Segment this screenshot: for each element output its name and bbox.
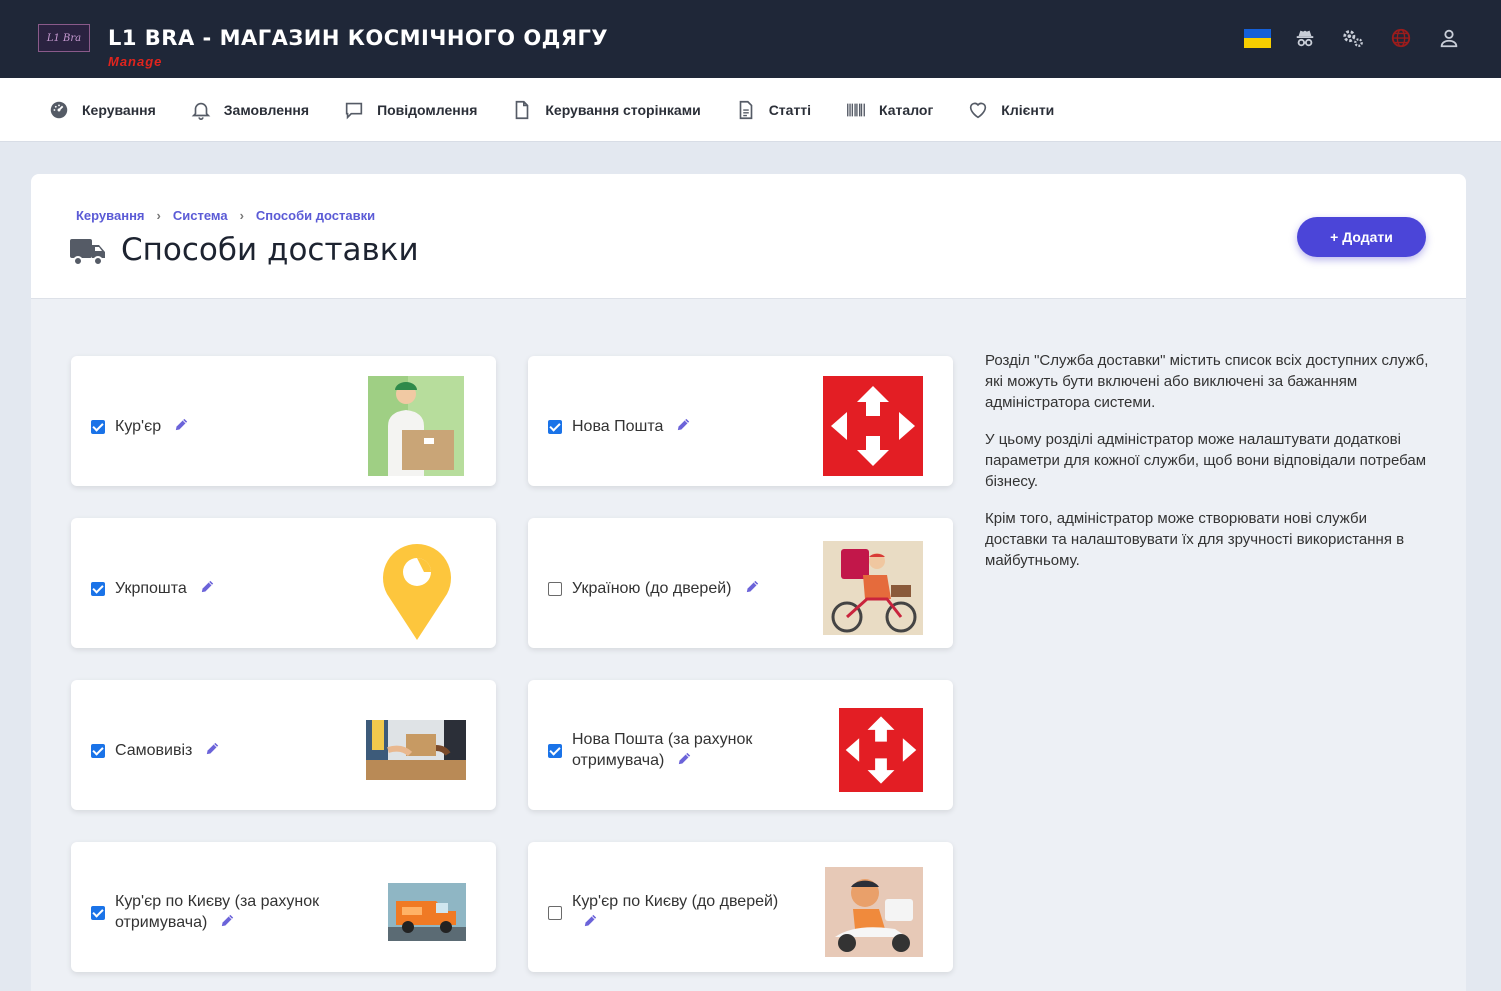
edit-pencil-icon[interactable]: [173, 416, 190, 433]
delivery-name-text: Укрпошта: [115, 580, 187, 597]
edit-pencil-icon[interactable]: [676, 750, 693, 767]
delivery-card-kyiv-courier-receiver: Кур'єр по Києву (за рахунок отримувача): [71, 842, 496, 972]
nav-label: Керування сторінками: [545, 101, 701, 118]
nav-item-dashboard[interactable]: Керування: [48, 99, 156, 121]
edit-pencil-icon[interactable]: [219, 912, 236, 929]
nav-label: Клієнти: [1001, 101, 1055, 118]
enable-checkbox[interactable]: [91, 420, 105, 434]
delivery-name-text: Кур'єр по Києву (до дверей): [572, 893, 779, 910]
breadcrumb: Керування › Система › Способи доставки: [76, 208, 375, 223]
nova-poshta-logo: [839, 708, 923, 792]
nav-item-articles[interactable]: Статті: [735, 99, 811, 121]
message-icon: [345, 102, 363, 119]
nova-poshta-logo: [823, 376, 923, 476]
edit-pencil-icon[interactable]: [204, 740, 221, 757]
edit-pencil-icon[interactable]: [744, 578, 761, 595]
delivery-name-text: Нова Пошта: [572, 418, 664, 435]
header-actions: [1243, 24, 1463, 52]
delivery-card-ukrposhta: Укрпошта: [71, 518, 496, 648]
nav-label: Повідомлення: [377, 101, 478, 118]
language-flag-icon[interactable]: [1243, 24, 1271, 52]
info-paragraph: У цьому розділі адміністратор може налаш…: [985, 431, 1427, 490]
bicycle-courier-image: [823, 541, 923, 635]
delivery-name: Нова Пошта (за рахунок отримувача): [572, 730, 802, 771]
delivery-name: Кур'єр по Києву (до дверей): [572, 892, 802, 933]
delivery-name: Кур'єр по Києву (за рахунок отримувача): [115, 892, 345, 933]
file-icon: [516, 100, 529, 119]
edit-pencil-icon[interactable]: [582, 912, 599, 929]
delivery-name: Самовивіз: [115, 740, 345, 761]
page-title: Способи доставки: [121, 232, 419, 268]
delivery-name: Україною (до дверей): [572, 578, 802, 599]
delivery-card-courier: Кур'єр: [71, 356, 496, 486]
nav-label: Каталог: [879, 101, 934, 118]
heart-icon: [970, 102, 987, 118]
delivery-name: Укрпошта: [115, 578, 345, 599]
enable-checkbox[interactable]: [91, 906, 105, 920]
breadcrumb-link-system[interactable]: Система: [173, 208, 228, 223]
delivery-card-nova-poshta: Нова Пошта: [528, 356, 953, 486]
enable-checkbox[interactable]: [548, 582, 562, 596]
page-header: Керування › Система › Способи доставки С…: [31, 174, 1466, 299]
add-button[interactable]: + Додати: [1297, 217, 1426, 257]
logo-text: L1 Bra: [46, 32, 82, 44]
enable-checkbox[interactable]: [548, 906, 562, 920]
enable-checkbox[interactable]: [91, 582, 105, 596]
truck-icon: [70, 239, 105, 266]
nav-item-orders[interactable]: Замовлення: [190, 99, 309, 121]
nav-item-pages[interactable]: Керування сторінками: [511, 99, 701, 121]
app-title: L1 BRA - МАГАЗИН КОСМІЧНОГО ОДЯГУ: [108, 26, 609, 50]
delivery-card-kyiv-courier-door: Кур'єр по Києву (до дверей): [528, 842, 953, 972]
breadcrumb-link-dashboard[interactable]: Керування: [76, 208, 145, 223]
courier-image: [368, 376, 464, 476]
enable-checkbox[interactable]: [548, 420, 562, 434]
nav-item-catalog[interactable]: Каталог: [845, 99, 933, 121]
delivery-name-text: Нова Пошта (за рахунок отримувача): [572, 731, 753, 769]
nav-label: Керування: [82, 101, 156, 118]
ukrposhta-logo: [379, 536, 455, 640]
delivery-name: Кур'єр: [115, 416, 345, 437]
nav-item-clients[interactable]: Клієнти: [967, 99, 1054, 121]
enable-checkbox[interactable]: [91, 744, 105, 758]
brand-logo[interactable]: L1 Bra: [38, 24, 90, 52]
info-description: Розділ "Служба доставки" містить список …: [985, 350, 1430, 587]
delivery-card-nova-poshta-receiver: Нова Пошта (за рахунок отримувача): [528, 680, 953, 810]
user-profile-icon[interactable]: [1435, 24, 1463, 52]
incognito-icon[interactable]: [1291, 24, 1319, 52]
delivery-name: Нова Пошта: [572, 416, 802, 437]
main-nav: Керування Замовлення Повідомлення Керува…: [0, 78, 1501, 142]
top-header: L1 Bra L1 BRA - МАГАЗИН КОСМІЧНОГО ОДЯГУ…: [0, 0, 1501, 78]
pickup-image: [366, 720, 466, 780]
content-panel: Керування › Система › Способи доставки С…: [31, 174, 1466, 991]
globe-icon[interactable]: [1387, 24, 1415, 52]
enable-checkbox[interactable]: [548, 744, 562, 758]
barcode-icon: [847, 103, 865, 116]
dashboard-icon: [50, 101, 68, 118]
delivery-name-text: Кур'єр по Києву (за рахунок отримувача): [115, 893, 320, 931]
delivery-name-text: Самовивіз: [115, 742, 193, 759]
delivery-card-pickup: Самовивіз: [71, 680, 496, 810]
delivery-name-text: Україною (до дверей): [572, 580, 732, 597]
delivery-card-ukraine-door: Україною (до дверей): [528, 518, 953, 648]
info-paragraph: Розділ "Служба доставки" містить список …: [985, 352, 1429, 411]
chevron-right-icon: ›: [156, 208, 161, 223]
chevron-right-icon: ›: [239, 208, 244, 223]
app-subtitle: Manage: [108, 54, 163, 69]
delivery-name-text: Кур'єр: [115, 418, 162, 435]
edit-pencil-icon[interactable]: [199, 578, 216, 595]
settings-gears-icon[interactable]: [1339, 24, 1367, 52]
edit-pencil-icon[interactable]: [675, 416, 692, 433]
info-paragraph: Крім того, адміністратор може створювати…: [985, 510, 1405, 569]
delivery-van-image: [388, 883, 466, 941]
scooter-courier-image: [825, 867, 923, 957]
bell-icon: [191, 102, 211, 120]
document-icon: [739, 100, 753, 119]
breadcrumb-link-delivery[interactable]: Способи доставки: [256, 208, 375, 223]
nav-label: Статті: [768, 101, 812, 118]
nav-label: Замовлення: [223, 101, 310, 118]
nav-item-messages[interactable]: Повідомлення: [343, 99, 477, 121]
